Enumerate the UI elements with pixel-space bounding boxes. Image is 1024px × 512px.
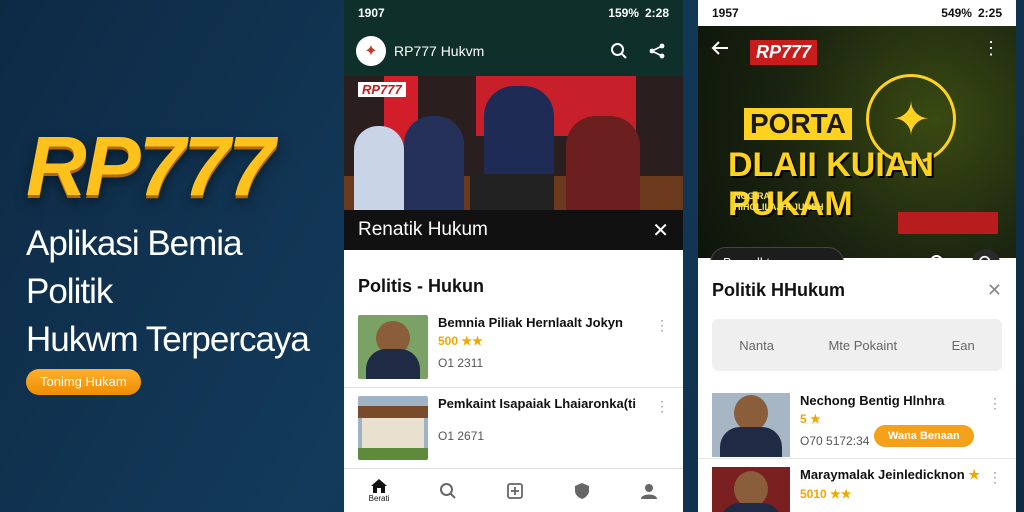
star-icon: ★ <box>810 412 821 426</box>
news-thumbnail <box>358 315 428 379</box>
more-icon[interactable]: ⋮ <box>988 395 1002 412</box>
tab-2[interactable]: Mte Pokaint <box>828 338 897 353</box>
more-icon[interactable]: ⋮ <box>655 398 669 415</box>
panel-title: Politik HHukum <box>712 280 846 300</box>
close-icon[interactable]: ✕ <box>652 218 669 243</box>
share-icon[interactable] <box>643 37 671 65</box>
more-icon[interactable]: ⋮ <box>655 317 669 334</box>
tagline: Aplikasi Bemia Politik Hukwm Terpercaya <box>26 220 336 364</box>
home-icon <box>371 479 388 493</box>
item-meta: O1 2671 <box>438 429 485 443</box>
list-item[interactable]: Bemnia Piliak Hernlaalt Jokyn 500 ★★ O1 … <box>344 307 683 388</box>
status-time: 1907 <box>358 6 385 20</box>
status-clock: 2:28 <box>644 6 669 20</box>
list-item[interactable]: Maraymalak Jeinledicknon ★ 5010 ★★ ⋮ <box>698 459 1016 512</box>
news-thumbnail <box>712 393 790 457</box>
banner-porta: PORTA <box>744 108 852 140</box>
nav-add[interactable] <box>506 482 524 500</box>
item-rating: 5010 ★★ <box>800 487 852 501</box>
caption-text: Renatik Hukum <box>358 219 488 240</box>
portal-banner: RP777 ⋮ ✦ PORTA DLAII KUIAN PUKAM NOGIRA… <box>698 26 1016 279</box>
tab-1[interactable]: Nanta <box>739 338 774 353</box>
promo-hero: RP777 Aplikasi Bemia Politik Hukwm Terpe… <box>0 0 340 512</box>
close-icon[interactable]: ✕ <box>987 280 1002 301</box>
search-icon[interactable] <box>605 37 633 65</box>
segment-tabs: Nanta Mte Pokaint Ean <box>712 319 1002 371</box>
item-meta: O1 2311 <box>438 356 484 370</box>
news-thumbnail <box>712 467 790 512</box>
more-vert-icon[interactable]: ⋮ <box>982 38 1000 59</box>
item-title: Bemnia Piliak Hernlaalt Jokyn <box>438 315 623 330</box>
list-item[interactable]: Pemkaint Isapaiak Lhaiaronka(ti O1 2671 … <box>344 388 683 469</box>
star-icon: ★★ <box>461 334 483 348</box>
battery-percent: 159% <box>608 6 639 20</box>
app-title: RP777 Hukvm <box>394 43 485 59</box>
item-rating: 5 ★ <box>800 412 821 426</box>
cta-button[interactable]: Tonimg Hukam <box>26 369 141 395</box>
tab-3[interactable]: Ean <box>952 338 975 353</box>
item-rating: 500 ★★ <box>438 334 483 348</box>
nav-home[interactable]: Berati <box>369 478 390 503</box>
app-toolbar: ✦ RP777 Hukvm <box>344 26 683 76</box>
phone-screen-portal: 1957 549% 2:25 RP777 ⋮ ✦ PORTA DLAII KUI… <box>698 0 1016 512</box>
status-bar: 1957 549% 2:25 <box>698 0 1016 26</box>
rp777-sign: RP777 <box>358 82 406 97</box>
person-icon <box>641 483 658 499</box>
list-item[interactable]: Nechong Bentig Hlnhra 5 ★ O70 5172:34 Wa… <box>698 385 1016 459</box>
news-thumbnail <box>358 396 428 460</box>
shield-icon <box>575 482 590 499</box>
banner-subtext: NOGIRA HIHOLILAJHI JUNEH <box>734 191 824 212</box>
bottom-navigation: Berati <box>344 468 683 512</box>
results-panel: Politik HHukum ✕ Nanta Mte Pokaint Ean N… <box>698 260 1016 512</box>
status-bar: 1907 159% 2:28 <box>344 0 683 26</box>
back-arrow-icon[interactable] <box>710 38 730 63</box>
item-title: Nechong Bentig Hlnhra <box>800 393 945 408</box>
star-icon: ★ <box>968 467 981 482</box>
tagline-line-1: Aplikasi Bemia Politik <box>26 224 243 311</box>
item-action-button[interactable]: Wana Benaan <box>874 425 974 447</box>
add-box-icon <box>507 482 523 499</box>
status-clock: 2:25 <box>977 6 1002 20</box>
item-title: Maraymalak Jeinledicknon ★ <box>800 467 981 482</box>
nav-search[interactable] <box>439 482 457 500</box>
search-icon <box>439 482 456 499</box>
status-time: 1957 <box>712 6 739 20</box>
nav-profile[interactable] <box>640 482 658 500</box>
phone-screen-news: 1907 159% 2:28 ✦ RP777 Hukvm RP777 Renat… <box>344 0 683 512</box>
hero-caption: Renatik Hukum ✕ <box>344 210 683 250</box>
brand-logo: RP777 <box>26 119 275 213</box>
section-title: Politis - Hukun <box>358 276 484 296</box>
banner-info-box <box>898 212 998 234</box>
tagline-line-2: Hukwm Terpercaya <box>26 320 310 359</box>
more-icon[interactable]: ⋮ <box>988 469 1002 486</box>
item-title: Pemkaint Isapaiak Lhaiaronka(ti <box>438 396 636 411</box>
battery-percent: 549% <box>941 6 972 20</box>
brand-logo: RP777 <box>750 40 818 65</box>
panel-header: Politik HHukum ✕ <box>698 260 1016 309</box>
news-hero-image[interactable]: RP777 <box>344 76 683 210</box>
nav-shield[interactable] <box>573 482 591 500</box>
app-avatar-icon: ✦ <box>356 36 386 66</box>
star-icon: ★★ <box>830 487 852 501</box>
